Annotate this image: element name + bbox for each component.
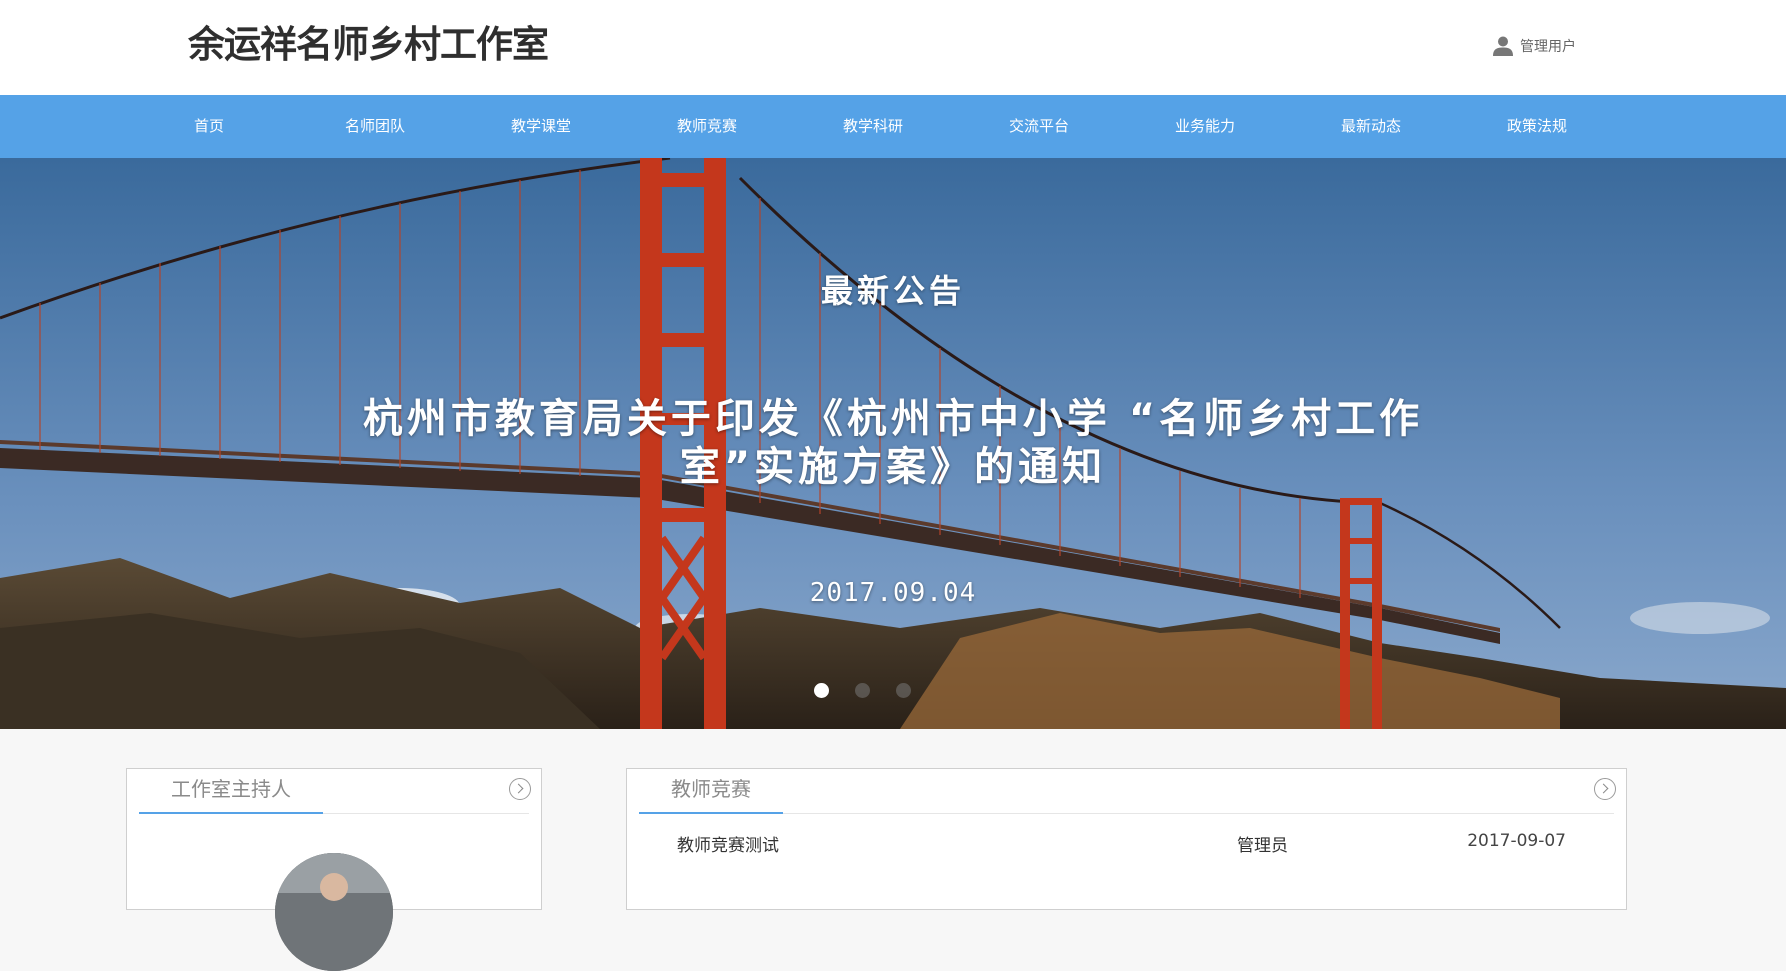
carousel-dots — [814, 683, 911, 698]
nav-item-teachers[interactable]: 名师团队 — [292, 95, 458, 158]
host-panel-header: 工作室主持人 — [139, 769, 531, 814]
chevron-right-circle-icon[interactable] — [509, 778, 531, 800]
carousel-dot-2[interactable] — [855, 683, 870, 698]
user-menu[interactable]: 管理用户 — [1492, 34, 1576, 58]
list-item-title[interactable]: 教师竞赛测试 — [677, 831, 779, 856]
hero-title[interactable]: 杭州市教育局关于印发《杭州市中小学 “名师乡村工作室”实施方案》的通知 — [360, 395, 1426, 491]
chevron-right-circle-icon[interactable] — [1594, 778, 1616, 800]
hero-carousel[interactable]: 最新公告 杭州市教育局关于印发《杭州市中小学 “名师乡村工作室”实施方案》的通知… — [0, 158, 1786, 729]
site-header: 余运祥名师乡村工作室 管理用户 — [0, 0, 1786, 95]
avatar-image — [275, 853, 393, 971]
nav-item-home[interactable]: 首页 — [126, 95, 292, 158]
host-panel-title: 工作室主持人 — [139, 769, 323, 814]
nav-item-classroom[interactable]: 教学课堂 — [458, 95, 624, 158]
competition-panel-title: 教师竞赛 — [639, 769, 783, 814]
carousel-dot-1[interactable] — [814, 683, 829, 698]
list-item-author: 管理员 — [1237, 836, 1288, 856]
carousel-dot-3[interactable] — [896, 683, 911, 698]
nav-item-competition[interactable]: 教师竞赛 — [624, 95, 790, 158]
hero-label: 最新公告 — [820, 272, 965, 310]
nav-item-news[interactable]: 最新动态 — [1288, 95, 1454, 158]
main-nav: 首页 名师团队 教学课堂 教师竞赛 教学科研 交流平台 业务能力 最新动态 政策… — [0, 95, 1786, 158]
nav-item-research[interactable]: 教学科研 — [790, 95, 956, 158]
host-avatar[interactable] — [275, 853, 393, 971]
list-item-date: 2017-09-07 — [1467, 831, 1566, 851]
user-label: 管理用户 — [1520, 39, 1576, 55]
nav-item-policy[interactable]: 政策法规 — [1454, 95, 1620, 158]
nav-item-exchange[interactable]: 交流平台 — [956, 95, 1122, 158]
nav-item-ability[interactable]: 业务能力 — [1122, 95, 1288, 158]
list-item[interactable]: 教师竞赛测试 管理员 2017-09-07 — [627, 831, 1626, 861]
competition-panel: 教师竞赛 教师竞赛测试 管理员 2017-09-07 — [626, 768, 1627, 910]
host-panel: 工作室主持人 — [126, 768, 542, 971]
site-logo[interactable]: 余运祥名师乡村工作室 — [188, 22, 549, 68]
competition-panel-header: 教师竞赛 — [639, 769, 1616, 814]
user-icon — [1493, 36, 1513, 56]
hero-date: 2017.09.04 — [809, 578, 977, 608]
